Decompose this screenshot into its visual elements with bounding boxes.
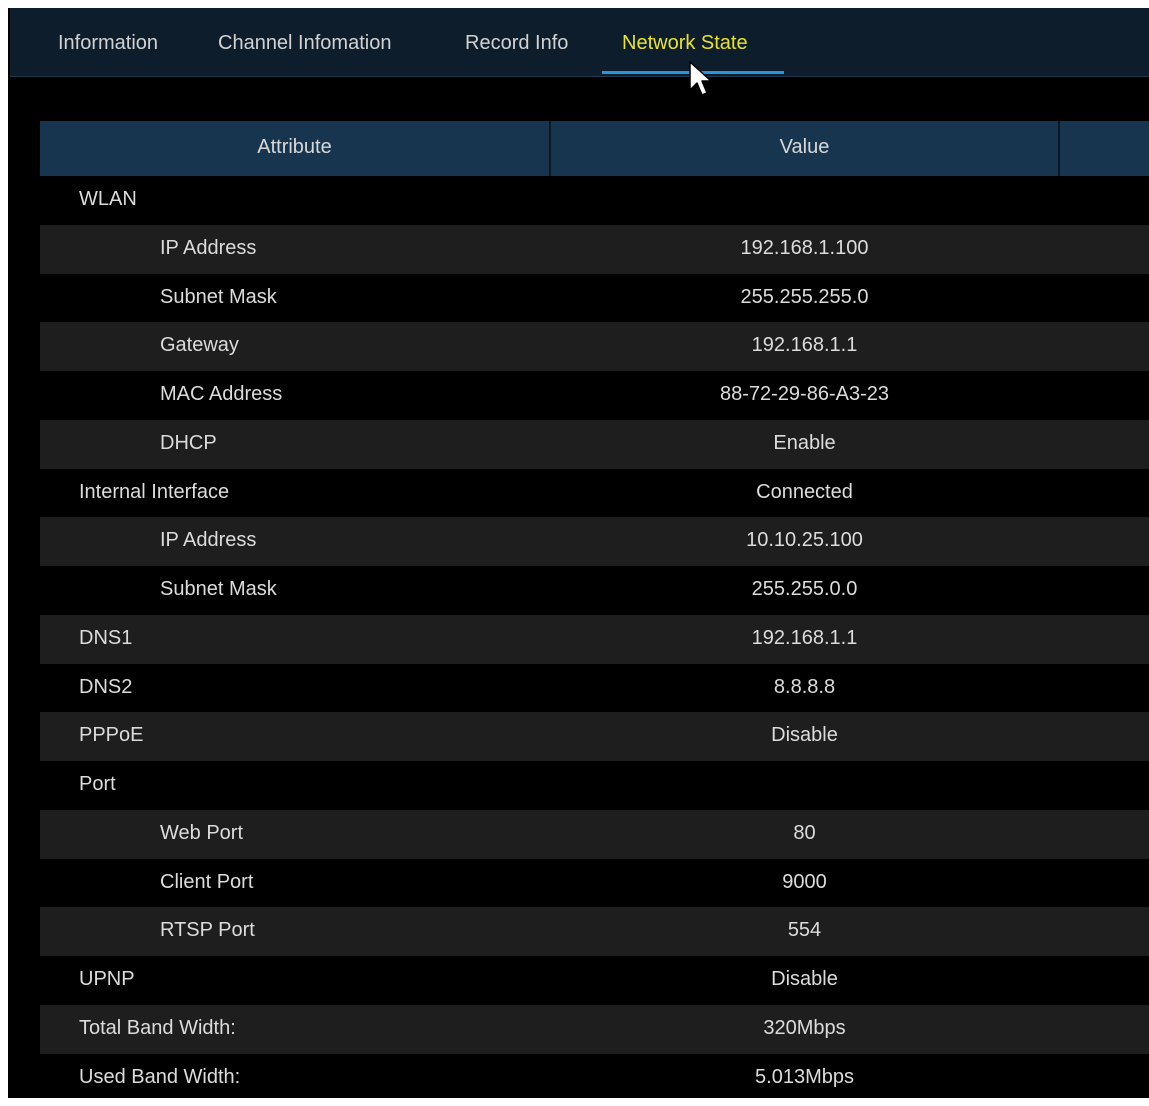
attribute-cell: Port [79, 773, 116, 795]
value-cell: 10.10.25.100 [746, 529, 863, 552]
attribute-cell: DNS1 [79, 626, 133, 649]
tab-record-info[interactable]: Record Info [465, 32, 568, 76]
value-cell: 9000 [782, 870, 827, 893]
table-body: WLAN IP Address 192.168.1.100 Subnet Mask 25… [40, 176, 1149, 1098]
table-row: UPNP Disable [40, 956, 1149, 1005]
value-cell: 255.255.255.0 [740, 285, 869, 308]
table-row: Gateway 192.168.1.1 [40, 322, 1149, 371]
attribute-cell: UPNP [79, 968, 135, 990]
value-cell: 192.168.1.1 [751, 626, 858, 649]
attribute-cell: WLAN [79, 188, 137, 210]
value-cell: 255.255.0.0 [751, 578, 858, 600]
table-row: DNS2 8.8.8.8 [40, 663, 1149, 713]
tab-information[interactable]: Information [58, 32, 158, 76]
table-row: IP Address 10.10.25.100 [40, 517, 1149, 566]
attribute-cell: MAC Address [160, 383, 283, 405]
attribute-cell: IP Address [160, 529, 257, 552]
value-cell: 8.8.8.8 [773, 675, 836, 698]
table-row: Internal Interface Connected [40, 468, 1149, 518]
attribute-cell: DNS2 [79, 675, 133, 698]
value-cell: Disable [771, 968, 838, 990]
network-state-table: Attribute Value WLAN IP Address 192.168.1.… [40, 121, 1149, 1098]
table-row: Subnet Mask 255.255.255.0 [40, 273, 1149, 323]
table-row: PPPoE Disable [40, 712, 1149, 761]
table-row: Client Port 9000 [40, 858, 1149, 908]
attribute-cell: IP Address [160, 236, 257, 259]
table-row: IP Address 192.168.1.100 [40, 224, 1149, 274]
attribute-cell: Subnet Mask [160, 578, 277, 600]
table-row: Subnet Mask 255.255.0.0 [40, 566, 1149, 615]
column-header-attribute: Attribute [40, 121, 551, 176]
value-cell: Disable [771, 724, 838, 747]
column-header-value: Value [551, 121, 1060, 176]
table-row: Port [40, 761, 1149, 810]
arrow-cursor-icon [689, 61, 712, 96]
table-row: DNS1 192.168.1.1 [40, 614, 1149, 664]
attribute-cell: DHCP [160, 431, 217, 454]
value-cell: 88-72-29-86-A3-23 [720, 383, 889, 405]
value-cell: 320Mbps [763, 1016, 846, 1039]
value-cell: 192.168.1.1 [751, 334, 858, 357]
table-row: WLAN [40, 176, 1149, 225]
attribute-cell: Internal Interface [79, 480, 230, 503]
value-cell: 80 [793, 821, 816, 844]
tab-network-state[interactable]: Network State [622, 32, 748, 76]
attribute-cell: Client Port [160, 870, 254, 893]
table-row: Used Band Width: 5.013Mbps [40, 1053, 1149, 1098]
attribute-cell: Gateway [160, 334, 239, 357]
tab-bar: Information Channel Infomation Record In… [10, 8, 1149, 77]
value-cell: Connected [756, 480, 853, 503]
table-header: Attribute Value [40, 121, 1149, 176]
column-header-extra [1060, 121, 1149, 176]
attribute-cell: Total Band Width: [79, 1016, 236, 1039]
value-cell: 5.013Mbps [755, 1065, 854, 1088]
table-row: Web Port 80 [40, 809, 1149, 859]
table-row: RTSP Port 554 [40, 907, 1149, 956]
attribute-cell: Subnet Mask [160, 285, 277, 308]
attribute-cell: PPPoE [79, 724, 144, 747]
table-row: Total Band Width: 320Mbps [40, 1004, 1149, 1054]
value-cell: 192.168.1.100 [740, 236, 869, 259]
value-cell: 554 [787, 919, 822, 942]
table-row: DHCP Enable [40, 419, 1149, 469]
tab-channel-information[interactable]: Channel Infomation [218, 32, 391, 76]
table-row: MAC Address 88-72-29-86-A3-23 [40, 371, 1149, 420]
value-cell: Enable [773, 431, 836, 454]
attribute-cell: Used Band Width: [79, 1065, 241, 1088]
attribute-cell: RTSP Port [160, 919, 255, 942]
dvr-screen: Information Channel Infomation Record In… [8, 8, 1149, 1098]
attribute-cell: Web Port [160, 821, 243, 844]
